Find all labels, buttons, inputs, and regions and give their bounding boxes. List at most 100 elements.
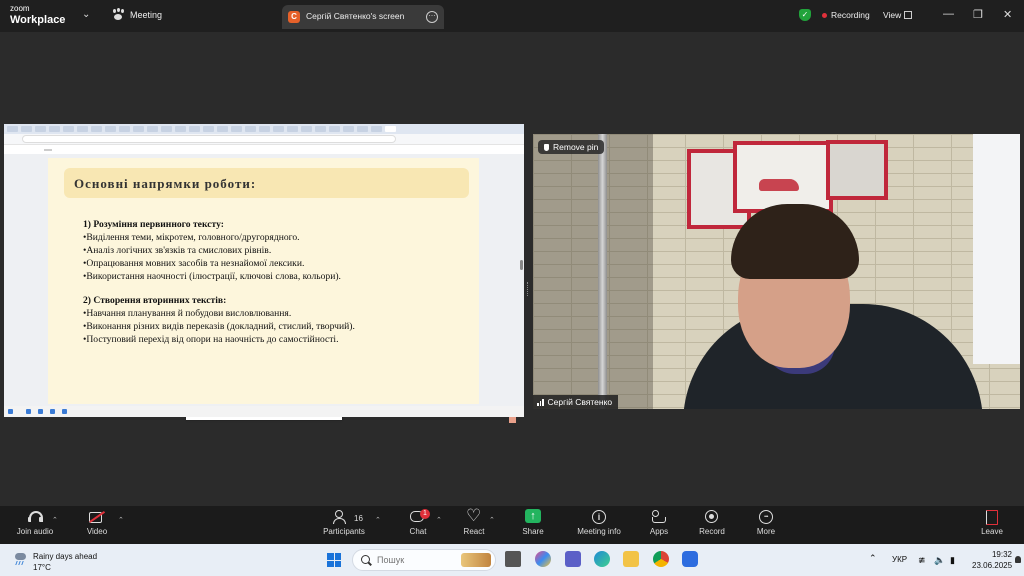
browser-tab[interactable] bbox=[371, 126, 382, 132]
slide-bullet: •Аналіз логічних зв'язків та смислових р… bbox=[83, 245, 272, 256]
search-highlight-image bbox=[461, 553, 491, 567]
shared-screen-tab[interactable]: C Сергій Святенко's screen ⋯ bbox=[282, 5, 444, 29]
browser-tab[interactable] bbox=[119, 126, 130, 132]
browser-tab[interactable] bbox=[175, 126, 186, 132]
browser-tab[interactable] bbox=[105, 126, 116, 132]
search-input[interactable] bbox=[377, 554, 457, 566]
meeting-info-button[interactable]: Meeting info bbox=[574, 510, 624, 536]
windows-start-icon[interactable] bbox=[327, 553, 341, 567]
notification-bell-icon[interactable] bbox=[1015, 556, 1021, 563]
browser-tab[interactable] bbox=[301, 126, 312, 132]
more-button[interactable]: More bbox=[753, 510, 779, 536]
browser-tab[interactable] bbox=[357, 126, 368, 132]
page-number-field[interactable] bbox=[44, 148, 52, 151]
system-clock[interactable]: 19:32 23.06.2025 bbox=[972, 549, 1012, 571]
slide-bullet: •Навчання планування й побудови висловлю… bbox=[83, 308, 292, 319]
chat-options-chevron-icon[interactable]: ⌃ bbox=[436, 516, 442, 524]
chevron-down-icon[interactable]: ⌄ bbox=[82, 9, 90, 20]
apps-label: Apps bbox=[649, 527, 669, 536]
browser-tab[interactable] bbox=[287, 126, 298, 132]
participants-options-chevron-icon[interactable]: ⌃ bbox=[375, 516, 381, 524]
file-explorer-icon[interactable] bbox=[623, 551, 639, 567]
browser-tab[interactable] bbox=[77, 126, 88, 132]
language-indicator[interactable]: УКР bbox=[892, 555, 907, 564]
taskbar-search[interactable] bbox=[352, 549, 496, 571]
browser-tab[interactable] bbox=[315, 126, 326, 132]
browser-tab[interactable] bbox=[133, 126, 144, 132]
shield-check-icon[interactable]: ✓ bbox=[799, 9, 811, 21]
browser-tab[interactable] bbox=[21, 126, 32, 132]
teams-icon[interactable] bbox=[565, 551, 581, 567]
address-field[interactable] bbox=[22, 135, 396, 143]
browser-tab[interactable] bbox=[35, 126, 46, 132]
participants-label: Participants bbox=[323, 527, 365, 536]
apps-button[interactable]: Apps bbox=[646, 510, 672, 536]
more-icon bbox=[758, 510, 774, 524]
video-label: Video bbox=[86, 527, 108, 536]
join-audio-button[interactable]: Join audio bbox=[14, 510, 56, 536]
browser-tab[interactable] bbox=[329, 126, 340, 132]
share-screen-icon bbox=[525, 509, 541, 524]
video-button[interactable]: Video bbox=[84, 510, 110, 536]
browser-tab[interactable] bbox=[259, 126, 270, 132]
share-badge: C bbox=[288, 11, 300, 23]
video-off-icon bbox=[89, 510, 105, 524]
browser-tab[interactable] bbox=[147, 126, 158, 132]
browser-tab[interactable] bbox=[161, 126, 172, 132]
audio-options-chevron-icon[interactable]: ⌃ bbox=[52, 516, 58, 524]
browser-tab[interactable] bbox=[49, 126, 60, 132]
app-icon bbox=[26, 409, 31, 414]
slide-bullet: •Поступовий перехід від опори на наочніс… bbox=[83, 334, 339, 345]
pdf-scrollbar-thumb[interactable] bbox=[520, 260, 523, 270]
browser-tab[interactable] bbox=[189, 126, 200, 132]
browser-tab[interactable] bbox=[203, 126, 214, 132]
split-drag-handle[interactable] bbox=[527, 282, 530, 296]
react-options-chevron-icon[interactable]: ⌃ bbox=[489, 516, 495, 524]
clock-time: 19:32 bbox=[991, 550, 1012, 559]
browser-tab[interactable] bbox=[63, 126, 74, 132]
wifi-icon[interactable]: ≇ bbox=[918, 555, 926, 566]
participant-name-tag: Сергій Святенко bbox=[533, 395, 619, 409]
volume-icon[interactable]: 🔈 bbox=[934, 555, 945, 566]
meeting-tab[interactable]: Meeting bbox=[112, 9, 162, 21]
weather-widget[interactable]: Rainy days ahead 17°C bbox=[13, 551, 97, 573]
copilot-icon[interactable] bbox=[535, 551, 551, 567]
slide-bullet: •Опрацювання мовних засобів та незнайомо… bbox=[83, 258, 305, 269]
video-options-chevron-icon[interactable]: ⌃ bbox=[118, 516, 124, 524]
remove-pin-button[interactable]: Remove pin bbox=[538, 140, 605, 154]
battery-icon[interactable]: ▮ bbox=[950, 555, 955, 566]
zoom-top-bar: zoom Workplace ⌄ Meeting C Сергій Святен… bbox=[0, 0, 1024, 32]
participant-video-tile[interactable]: Remove pin Сергій Святенко bbox=[533, 134, 1020, 409]
tray-overflow-chevron-icon[interactable]: ⌃ bbox=[869, 553, 877, 564]
record-icon bbox=[704, 510, 720, 524]
leave-button[interactable]: Leave bbox=[978, 510, 1006, 536]
app-icon bbox=[38, 409, 43, 414]
minimize-icon[interactable]: — bbox=[943, 8, 954, 20]
view-button[interactable]: View bbox=[883, 10, 901, 20]
browser-tab[interactable] bbox=[273, 126, 284, 132]
pin-icon bbox=[544, 143, 549, 151]
pdf-side-icon[interactable] bbox=[509, 416, 516, 423]
recording-indicator[interactable]: Recording bbox=[822, 10, 870, 20]
react-button[interactable]: React bbox=[462, 506, 486, 536]
browser-tab[interactable] bbox=[245, 126, 256, 132]
view-layout-icon[interactable] bbox=[904, 11, 912, 19]
task-view-icon[interactable] bbox=[505, 551, 521, 567]
browser-tab[interactable] bbox=[343, 126, 354, 132]
slide-section-heading: 2) Створення вторинних текстів: bbox=[83, 295, 227, 306]
edge-icon[interactable] bbox=[594, 551, 610, 567]
browser-tab[interactable] bbox=[7, 126, 18, 132]
record-button[interactable]: Record bbox=[697, 510, 727, 536]
browser-tab[interactable] bbox=[91, 126, 102, 132]
slide-bullet: •Виконання різних видів переказів (докла… bbox=[83, 321, 355, 332]
zoom-app-icon[interactable] bbox=[682, 551, 698, 567]
browser-tab[interactable] bbox=[231, 126, 242, 132]
browser-tab-active[interactable] bbox=[385, 126, 396, 132]
close-icon[interactable]: ✕ bbox=[1003, 8, 1012, 21]
more-options-icon[interactable]: ⋯ bbox=[426, 11, 438, 23]
share-button[interactable]: Share bbox=[520, 509, 546, 536]
browser-tab[interactable] bbox=[217, 126, 228, 132]
share-label: Share bbox=[522, 527, 544, 536]
restore-icon[interactable]: ❐ bbox=[973, 8, 983, 21]
chrome-icon[interactable] bbox=[653, 551, 669, 567]
